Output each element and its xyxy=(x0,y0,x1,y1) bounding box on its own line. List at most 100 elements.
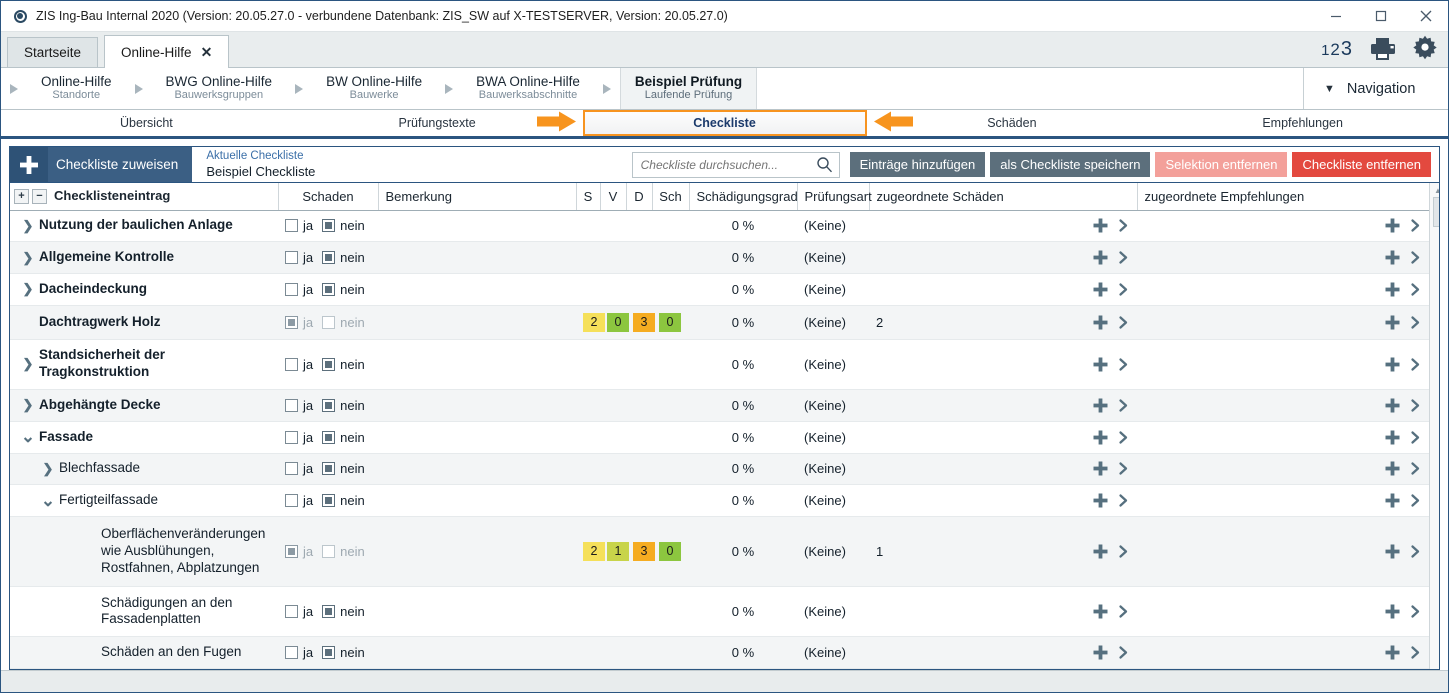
cell-zugeordnete-schaeden[interactable] xyxy=(869,389,1137,422)
cell-checklisteneintrag[interactable]: ❯ Nutzung der baulichen Anlage xyxy=(10,210,278,243)
cell-bemerkung[interactable] xyxy=(378,389,576,422)
expand-all-button[interactable]: + xyxy=(14,189,29,205)
tab-startseite[interactable]: Startseite xyxy=(7,37,99,67)
table-row[interactable]: ❯ Nutzung der baulichen Anlage ja nein 0 % (K… xyxy=(10,210,1429,243)
column-header-schaden[interactable]: Schaden xyxy=(278,183,379,211)
table-vertical-scrollbar[interactable]: ▲ xyxy=(1429,183,1439,669)
cell-zugeordnete-empfehlungen[interactable] xyxy=(1137,453,1429,486)
add-recommendation-icon[interactable] xyxy=(1384,356,1401,373)
section-tab-empfehlungen[interactable]: Empfehlungen xyxy=(1157,110,1448,136)
table-row[interactable]: Schäden an den Fugen ja nein 0 % (Keine) xyxy=(10,636,1429,669)
cell-checklisteneintrag[interactable]: ⌄ Fertigteilfassade xyxy=(10,484,278,517)
add-damage-icon[interactable] xyxy=(1092,217,1109,234)
search-icon[interactable] xyxy=(816,156,833,173)
cell-schaden[interactable]: ja nein xyxy=(278,210,378,243)
table-row[interactable]: Dachtragwerk Holz ja nein 2 0 3 0 0 % (Keine) 2 xyxy=(10,305,1429,340)
chevron-right-icon[interactable]: ❯ xyxy=(17,218,39,234)
checkbox-nein[interactable] xyxy=(322,219,336,233)
cell-checklisteneintrag[interactable]: ❯ Dacheindeckung xyxy=(10,273,278,306)
add-damage-icon[interactable] xyxy=(1092,543,1109,560)
cell-bemerkung[interactable] xyxy=(378,586,576,638)
cell-checklisteneintrag[interactable]: Dachtragwerk Holz xyxy=(10,305,278,340)
checkbox-nein[interactable] xyxy=(322,462,336,476)
add-damage-icon[interactable] xyxy=(1092,356,1109,373)
cell-checklisteneintrag[interactable]: ❯ Allgemeine Kontrolle xyxy=(10,241,278,274)
table-row[interactable]: Oberflächenveränderungen wie Ausblühunge… xyxy=(10,516,1429,587)
table-row[interactable]: ⌄ Fassade ja nein 0 % (Keine) xyxy=(10,421,1429,454)
open-damage-icon[interactable] xyxy=(1117,282,1130,297)
cell-zugeordnete-schaeden[interactable] xyxy=(869,586,1137,638)
open-damage-icon[interactable] xyxy=(1117,398,1130,413)
open-recommendation-icon[interactable] xyxy=(1409,315,1422,330)
checkbox-nein[interactable] xyxy=(322,430,336,444)
table-row[interactable]: ❯ Allgemeine Kontrolle ja nein 0 % (Keine) xyxy=(10,241,1429,274)
navigation-toggle[interactable]: ▼ Navigation xyxy=(1303,68,1448,109)
chevron-right-icon[interactable]: ❯ xyxy=(37,461,59,477)
cell-zugeordnete-schaeden[interactable]: 2 xyxy=(869,305,1137,340)
collapse-all-button[interactable]: − xyxy=(32,189,47,205)
cell-schaden[interactable]: ja nein xyxy=(278,516,378,587)
add-entries-button[interactable]: Einträge hinzufügen xyxy=(849,152,986,177)
open-recommendation-icon[interactable] xyxy=(1409,645,1422,660)
chevron-down-icon[interactable]: ⌄ xyxy=(17,428,39,445)
cell-bemerkung[interactable] xyxy=(378,210,576,243)
section-tab-pruefungstexte[interactable]: Prüfungstexte xyxy=(292,110,583,136)
cell-zugeordnete-schaeden[interactable] xyxy=(869,241,1137,274)
cell-bemerkung[interactable] xyxy=(378,453,576,486)
table-row[interactable]: ❯ Blechfassade ja nein 0 % (Keine) xyxy=(10,453,1429,486)
chevron-right-icon[interactable]: ❯ xyxy=(17,397,39,413)
checkbox-nein[interactable] xyxy=(322,398,336,412)
open-recommendation-icon[interactable] xyxy=(1409,218,1422,233)
column-header-pruefungsart[interactable]: Prüfungsart xyxy=(797,183,872,211)
cell-zugeordnete-schaeden[interactable] xyxy=(869,453,1137,486)
cell-checklisteneintrag[interactable]: ❯ Abgehängte Decke xyxy=(10,389,278,422)
column-header-sch[interactable]: Sch xyxy=(652,183,690,211)
add-recommendation-icon[interactable] xyxy=(1384,644,1401,661)
open-damage-icon[interactable] xyxy=(1117,430,1130,445)
open-damage-icon[interactable] xyxy=(1117,250,1130,265)
open-recommendation-icon[interactable] xyxy=(1409,282,1422,297)
cell-schaden[interactable]: ja nein xyxy=(278,241,378,274)
cell-zugeordnete-empfehlungen[interactable] xyxy=(1137,305,1429,340)
checkbox-nein[interactable] xyxy=(322,494,336,508)
table-row[interactable]: ❯ Dacheindeckung ja nein 0 % (Keine) xyxy=(10,273,1429,306)
add-recommendation-icon[interactable] xyxy=(1384,249,1401,266)
open-damage-icon[interactable] xyxy=(1117,218,1130,233)
add-recommendation-icon[interactable] xyxy=(1384,217,1401,234)
cell-zugeordnete-schaeden[interactable] xyxy=(869,636,1137,669)
section-tab-uebersicht[interactable]: Übersicht xyxy=(1,110,292,136)
cell-bemerkung[interactable] xyxy=(378,241,576,274)
maximize-icon[interactable] xyxy=(1358,1,1403,32)
cell-zugeordnete-empfehlungen[interactable] xyxy=(1137,636,1429,669)
breadcrumb-item-beispiel-pruefung[interactable]: Beispiel Prüfung Laufende Prüfung xyxy=(619,68,758,109)
table-row[interactable]: ❯ Abgehängte Decke ja nein 0 % (Keine) xyxy=(10,389,1429,422)
cell-checklisteneintrag[interactable]: Schädigungen an den Fassadenplatten xyxy=(10,586,278,638)
save-as-checklist-button[interactable]: als Checkliste speichern xyxy=(990,152,1151,177)
chevron-right-icon[interactable]: ❯ xyxy=(17,356,39,372)
checkbox-ja[interactable] xyxy=(285,282,298,296)
table-row[interactable]: Schädigungen an den Fassadenplatten ja nei… xyxy=(10,586,1429,638)
tab-online-hilfe[interactable]: Online-Hilfe ✕ xyxy=(104,35,230,68)
cell-zugeordnete-empfehlungen[interactable] xyxy=(1137,210,1429,243)
open-recommendation-icon[interactable] xyxy=(1409,250,1422,265)
close-icon[interactable] xyxy=(1403,1,1448,32)
column-header-s[interactable]: S xyxy=(576,183,601,211)
checkbox-ja[interactable] xyxy=(285,430,298,444)
open-recommendation-icon[interactable] xyxy=(1409,493,1422,508)
add-damage-icon[interactable] xyxy=(1092,460,1109,477)
column-header-d[interactable]: D xyxy=(626,183,653,211)
cell-checklisteneintrag[interactable]: ❯ Standsicherheit der Tragkonstruktion xyxy=(10,339,278,391)
section-tab-schaeden[interactable]: Schäden xyxy=(867,110,1158,136)
cell-bemerkung[interactable] xyxy=(378,339,576,391)
cell-schaden[interactable]: ja nein xyxy=(278,453,378,486)
cell-zugeordnete-empfehlungen[interactable] xyxy=(1137,241,1429,274)
cell-zugeordnete-empfehlungen[interactable] xyxy=(1137,339,1429,391)
search-input[interactable] xyxy=(632,157,839,172)
checkbox-nein[interactable] xyxy=(322,251,336,265)
open-recommendation-icon[interactable] xyxy=(1409,604,1422,619)
section-tab-checkliste[interactable]: Checkliste xyxy=(582,110,867,136)
open-damage-icon[interactable] xyxy=(1117,544,1130,559)
cell-checklisteneintrag[interactable]: ❯ Blechfassade xyxy=(10,453,278,486)
remove-selection-button[interactable]: Selektion entfernen xyxy=(1155,152,1288,177)
add-recommendation-icon[interactable] xyxy=(1384,281,1401,298)
